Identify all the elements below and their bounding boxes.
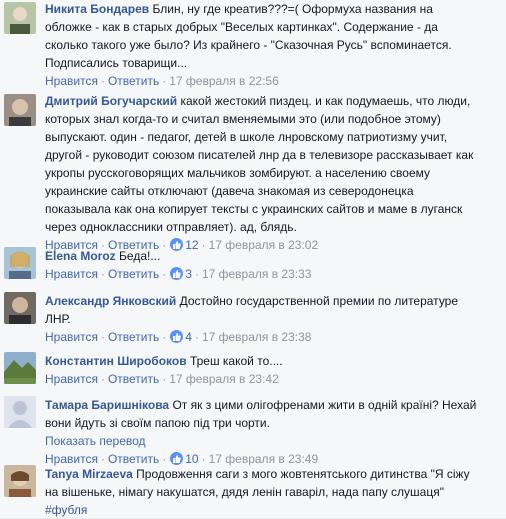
thumbs-up-icon <box>170 267 184 280</box>
comment-author[interactable]: Константин Широбоков <box>45 354 187 368</box>
comment-timestamp[interactable]: 17 февраля в 23:33 <box>202 267 312 281</box>
reply-link[interactable]: Ответить <box>108 372 159 386</box>
reply-link[interactable]: Ответить <box>108 267 159 281</box>
avatar[interactable] <box>4 352 36 384</box>
avatar[interactable] <box>4 247 36 279</box>
comment-timestamp[interactable]: 17 февраля в 22:56 <box>169 74 279 88</box>
avatar[interactable] <box>4 2 36 34</box>
like-link[interactable]: Нравится <box>45 330 98 344</box>
like-link[interactable]: Нравится <box>45 267 98 281</box>
comment-author[interactable]: Александр Янковский <box>45 294 176 308</box>
like-link[interactable]: Нравится <box>45 372 98 386</box>
comment-author[interactable]: Дмитрий Богучарский <box>45 94 177 108</box>
comment-text: Elena Moroz Беда!... <box>45 249 161 263</box>
comment-actions: Нравится · Ответить · 3 · 17 февраля в 23:33 <box>45 267 312 281</box>
comments-list: Никита Бондарев Блин, ну где креатив???=… <box>0 0 506 518</box>
hashtag-link[interactable]: #фубля <box>45 503 87 517</box>
comment-author[interactable]: Никита Бондарев <box>45 2 149 16</box>
likes-count[interactable]: 3 <box>185 267 192 281</box>
like-link[interactable]: Нравится <box>45 74 98 88</box>
comment-text: Александр Янковский Достойно государстве… <box>45 294 459 326</box>
avatar[interactable] <box>4 396 36 428</box>
likes-count[interactable]: 10 <box>185 452 198 466</box>
comment-text: Тамара Баришнікова От як з цими олігофре… <box>45 398 477 430</box>
reply-link[interactable]: Ответить <box>108 452 159 466</box>
comment-text: Дмитрий Богучарский какой жестокий пизде… <box>45 94 474 234</box>
avatar[interactable] <box>4 292 36 324</box>
comment-timestamp[interactable]: 17 февраля в 23:49 <box>209 452 319 466</box>
comment-text: Tanya Mirzaeva Продовження саги з мого ж… <box>45 467 470 517</box>
comment-author[interactable]: Тамара Баришнікова <box>45 398 169 412</box>
thumbs-up-icon <box>170 452 184 465</box>
comment-timestamp[interactable]: 17 февраля в 23:38 <box>202 330 312 344</box>
comment-actions: Нравится · Ответить · 17 февраля в 22:56 <box>45 74 279 88</box>
comment-author[interactable]: Elena Moroz <box>45 249 116 263</box>
thumbs-up-icon <box>170 330 184 343</box>
reply-link[interactable]: Ответить <box>108 330 159 344</box>
avatar[interactable] <box>4 465 36 497</box>
likes-count[interactable]: 4 <box>185 330 192 344</box>
comment-text: Никита Бондарев Блин, ну где креатив???=… <box>45 2 452 70</box>
show-translation-link[interactable]: Показать перевод <box>45 432 498 450</box>
like-link[interactable]: Нравится <box>45 452 98 466</box>
comment-timestamp[interactable]: 17 февраля в 23:42 <box>169 372 279 386</box>
comment-text: Константин Широбоков Треш какой то.... <box>45 354 283 368</box>
reply-link[interactable]: Ответить <box>108 74 159 88</box>
comment-actions: Нравится · Ответить · 17 февраля в 23:42 <box>45 372 279 386</box>
comment-author[interactable]: Tanya Mirzaeva <box>45 467 133 481</box>
comment-actions: Нравится · Ответить · 4 · 17 февраля в 23:38 <box>45 330 312 344</box>
avatar[interactable] <box>4 94 36 126</box>
